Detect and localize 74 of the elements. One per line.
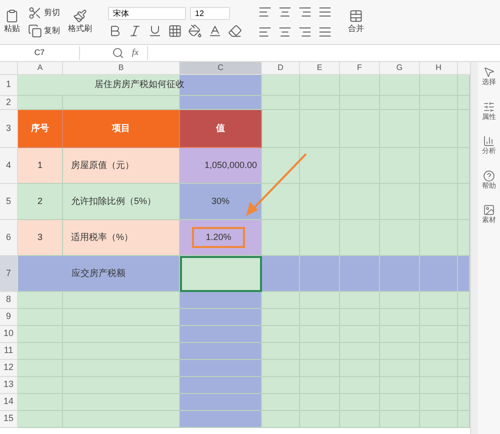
row-header[interactable]: 13 <box>0 377 18 394</box>
row-header[interactable]: 10 <box>0 326 18 343</box>
row-header[interactable]: 7 <box>0 256 18 292</box>
row-header[interactable]: 3 <box>0 110 18 148</box>
column-header[interactable]: G <box>380 62 420 75</box>
row-header[interactable]: 12 <box>0 360 18 377</box>
font-size-field[interactable]: 12 <box>190 6 230 20</box>
fill-color-icon[interactable] <box>188 24 202 38</box>
column-header[interactable]: F <box>340 62 380 75</box>
align-right-icon[interactable] <box>298 25 312 39</box>
header-cell: 值 <box>180 110 262 148</box>
border-icon[interactable] <box>168 24 182 38</box>
merge-icon[interactable] <box>349 9 363 23</box>
row-header[interactable]: 8 <box>0 292 18 309</box>
table-cell: 2 <box>18 184 63 220</box>
row-header[interactable]: 4 <box>0 148 18 184</box>
font-name-field[interactable]: 宋体 <box>108 6 186 20</box>
column-header[interactable]: B <box>63 62 180 75</box>
table-cell: 3 <box>18 220 63 256</box>
scrollbar[interactable] <box>470 62 478 434</box>
paintbrush-icon[interactable] <box>73 9 87 23</box>
side-panel-icon[interactable] <box>483 170 495 182</box>
row-header[interactable]: 15 <box>0 411 18 428</box>
table-cell: 房屋原值（元） <box>63 148 180 184</box>
distribute-icon[interactable] <box>318 25 332 39</box>
total-label-cell: 应交房产税额 <box>18 256 180 292</box>
row-header[interactable]: 1 <box>0 75 18 96</box>
italic-icon[interactable] <box>128 24 142 38</box>
scissors-icon[interactable] <box>28 6 42 20</box>
row-header[interactable]: 5 <box>0 184 18 220</box>
underline-icon[interactable] <box>148 24 162 38</box>
header-cell: 项目 <box>63 110 180 148</box>
side-panel-icon[interactable] <box>483 66 495 78</box>
table-cell-text: 1,050,000.00 <box>204 158 257 172</box>
paste-button[interactable]: 粘贴 <box>4 23 20 35</box>
table-cell: 适用税率（%） <box>63 220 180 256</box>
row-header[interactable]: 11 <box>0 343 18 360</box>
row-header[interactable]: 9 <box>0 309 18 326</box>
copy-button[interactable]: 复制 <box>44 25 60 37</box>
align-center-icon[interactable] <box>278 25 292 39</box>
clipboard-icon[interactable] <box>5 9 19 23</box>
highlighted-value: 1.20% <box>192 226 246 248</box>
column-header[interactable]: D <box>262 62 300 75</box>
side-panel-icon[interactable] <box>483 100 495 112</box>
align-middle-icon[interactable] <box>278 5 292 19</box>
column-header[interactable]: H <box>420 62 458 75</box>
bold-icon[interactable] <box>108 24 122 38</box>
zoom-icon[interactable] <box>112 47 124 59</box>
table-cell: 允许扣除比例（5%） <box>63 184 180 220</box>
align-left-icon[interactable] <box>258 25 272 39</box>
name-box[interactable]: C7 <box>0 46 80 60</box>
column-header[interactable]: C <box>180 62 262 75</box>
side-panel-icon[interactable] <box>483 204 495 216</box>
align-bottom-icon[interactable] <box>298 5 312 19</box>
justify-icon[interactable] <box>318 5 332 19</box>
format-painter-button[interactable]: 格式刷 <box>68 23 92 35</box>
merge-button[interactable]: 合并 <box>348 23 364 35</box>
cut-button[interactable]: 剪切 <box>44 7 60 19</box>
font-color-icon[interactable] <box>208 24 222 38</box>
function-button[interactable]: fx <box>132 46 138 60</box>
active-cell[interactable] <box>180 256 262 292</box>
side-panel-icon[interactable] <box>483 135 495 147</box>
copy-icon[interactable] <box>28 24 42 38</box>
column-header[interactable]: E <box>300 62 340 75</box>
row-header[interactable]: 14 <box>0 394 18 411</box>
align-top-icon[interactable] <box>258 5 272 19</box>
table-cell: 1 <box>18 148 63 184</box>
column-header[interactable]: A <box>18 62 63 75</box>
header-cell: 序号 <box>18 110 63 148</box>
eraser-icon[interactable] <box>228 24 242 38</box>
row-header[interactable]: 2 <box>0 96 18 110</box>
row-header[interactable]: 6 <box>0 220 18 256</box>
title-cell: 居住房房产税如何征收 <box>18 75 262 96</box>
table-cell-text: 30% <box>211 194 230 208</box>
